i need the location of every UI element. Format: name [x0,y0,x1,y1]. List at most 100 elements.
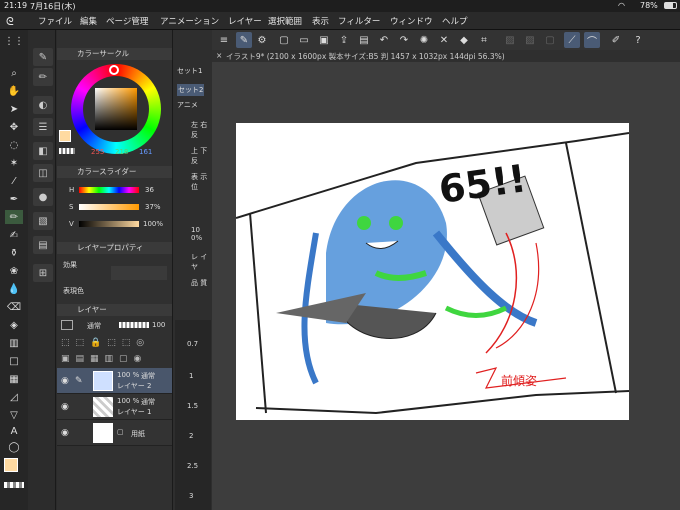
layer-row[interactable]: ◉ ▢ 用紙 [57,420,172,446]
saturation-value-square[interactable] [95,88,137,130]
menu-file[interactable]: ファイル [38,15,72,27]
export-icon[interactable]: ⇪ [336,32,352,48]
loading-icon[interactable]: ✺ [416,32,432,48]
operation-icon[interactable]: ➤ [5,102,23,116]
redo-icon[interactable]: ↷ [396,32,412,48]
layer-color-icon[interactable] [61,320,73,330]
flip-vertical-button[interactable]: 上 下反 [191,146,212,166]
pencil-subtool-icon[interactable]: ✎ [33,48,53,66]
zoom-icon[interactable]: ⌕ [5,66,23,80]
menu-layer[interactable]: レイヤー [228,15,262,27]
text-icon[interactable]: A [5,424,23,438]
magic-wand-icon[interactable]: ✶ [5,156,23,170]
opacity-ruler[interactable]: 0.7 1 1.5 2 2.5 3 [175,320,211,510]
select-off-icon[interactable]: ▨ [502,32,518,48]
close-tab-icon[interactable]: × [216,51,222,60]
eyedropper-icon[interactable]: ⁄ [5,174,23,188]
ruler-snap-icon[interactable]: ⟋ [564,32,580,48]
figure-icon[interactable]: □ [5,354,23,368]
main-color-swatch[interactable] [4,458,18,472]
hue-slider[interactable] [79,187,139,193]
value-slider[interactable] [79,221,139,227]
layer-row[interactable]: ◉ ✎ 100 % 通常 レイヤー 2 [57,368,172,394]
blend-icon[interactable]: 💧 [5,282,23,296]
pencil-soft-icon[interactable]: ✏ [33,68,53,86]
quick-set-1-tab[interactable]: セット1 [177,66,202,76]
undo-icon[interactable]: ↶ [376,32,392,48]
frame-icon[interactable]: ▦ [5,372,23,386]
pen-settings-icon[interactable]: ✐ [608,32,624,48]
vector-icon[interactable]: ▽ [5,408,23,422]
decoration-icon[interactable]: ❀ [5,264,23,278]
save-icon[interactable]: ▣ [316,32,332,48]
command-bar: ≡ ✎ ⚙ ▢ ▭ ▣ ⇪ ▤ ↶ ↷ ✺ ✕ ◆ ⌗ ▨ ▨ ▢ ⟋ ⌒ ✐ … [212,30,680,50]
print-icon[interactable]: ▤ [356,32,372,48]
sub-color-swatch[interactable] [59,148,75,154]
opacity-slider[interactable] [119,322,149,328]
layer-action-icons[interactable]: ▣▤▦▥▢◉ [61,354,169,366]
help-icon[interactable]: ? [630,32,646,48]
select-invert-icon[interactable]: ▨ [522,32,538,48]
gradient-icon[interactable]: ▥ [5,336,23,350]
document-tab[interactable]: × イラスト9* (2100 x 1600px 製本サイズ:B5 判 1457 … [212,50,680,62]
list-icon[interactable]: ☰ [33,118,53,136]
stack-icon[interactable]: ◧ [33,142,53,160]
transform-icon[interactable]: ⌗ [476,32,492,48]
zoom-100-button[interactable]: 10 0% [191,226,212,242]
pencil-icon[interactable]: ✏ [5,210,23,224]
layer-lock-icons[interactable]: ⬚⬚🔒⬚⬚◎ [61,338,169,350]
menu-window[interactable]: ウィンドウ [390,15,433,27]
eraser-icon[interactable]: ⌫ [5,300,23,314]
canvas-paper[interactable]: 65!! 前傾姿 [236,123,629,420]
lasso-icon[interactable]: ◌ [5,138,23,152]
quality-button[interactable]: 品 質 [191,278,207,288]
eye-icon[interactable]: ◉ [61,402,69,412]
blend-mode-select[interactable]: 通常 [87,321,101,331]
eye-icon[interactable]: ◉ [61,376,69,386]
layers-stack-icon[interactable]: ◫ [33,164,53,182]
quick-set-2-tab[interactable]: セット2 [177,84,205,96]
edit-mode-icon[interactable]: ✎ [236,32,252,48]
hue-handle[interactable] [109,65,119,75]
menu-filter[interactable]: フィルター [338,15,380,27]
fill-icon[interactable]: ◆ [456,32,472,48]
airbrush-icon[interactable]: ⚱ [5,246,23,260]
navigator-icon[interactable]: ⊞ [33,264,53,282]
fill-bucket-icon[interactable]: ◈ [5,318,23,332]
select-clear-icon[interactable]: ▢ [542,32,558,48]
menu-view[interactable]: 表示 [312,15,329,27]
menu-edit[interactable]: 編集 [80,15,97,27]
move-icon[interactable]: ✥ [5,120,23,134]
menu-help[interactable]: ヘルプ [442,15,468,27]
layer-row[interactable]: ◉ 100 % 通常 レイヤー 1 [57,394,172,420]
layer-button[interactable]: レ イヤ [191,252,212,272]
transparent-color-swatch[interactable] [4,482,24,488]
app-logo-icon[interactable]: ᘓ [6,15,14,29]
menu-page[interactable]: ページ管理 [106,15,148,27]
menu-animation[interactable]: アニメーション [160,15,219,27]
menu-icon[interactable]: ≡ [216,32,232,48]
eye-icon[interactable]: ◉ [61,428,69,438]
ruler-icon[interactable]: ◿ [5,390,23,404]
curve-snap-icon[interactable]: ⌒ [584,32,600,48]
panel-toggle-icon[interactable]: ◐ [33,96,53,114]
balloon-icon[interactable]: ◯ [5,440,23,454]
material-icon[interactable]: ▧ [33,212,53,230]
new-file-icon[interactable]: ▢ [276,32,292,48]
color-wheel[interactable] [71,64,161,154]
current-color-swatch[interactable] [59,130,71,142]
clear-icon[interactable]: ✕ [436,32,452,48]
brush-size-icon[interactable]: ● [33,188,53,206]
menu-selection[interactable]: 選択範囲 [268,15,302,27]
flip-horizontal-button[interactable]: 左 右反 [191,120,212,140]
display-position-button[interactable]: 表 示位 [191,172,212,192]
effect-buttons[interactable] [111,266,167,280]
settings-icon[interactable]: ⚙ [254,32,270,48]
saturation-slider[interactable] [79,204,139,210]
animation-tab[interactable]: アニメ [177,100,198,110]
hand-icon[interactable]: ✋ [5,84,23,98]
history-icon[interactable]: ▤ [33,236,53,254]
open-folder-icon[interactable]: ▭ [296,32,312,48]
pen-icon[interactable]: ✒ [5,192,23,206]
brush-icon[interactable]: ✍ [5,228,23,242]
